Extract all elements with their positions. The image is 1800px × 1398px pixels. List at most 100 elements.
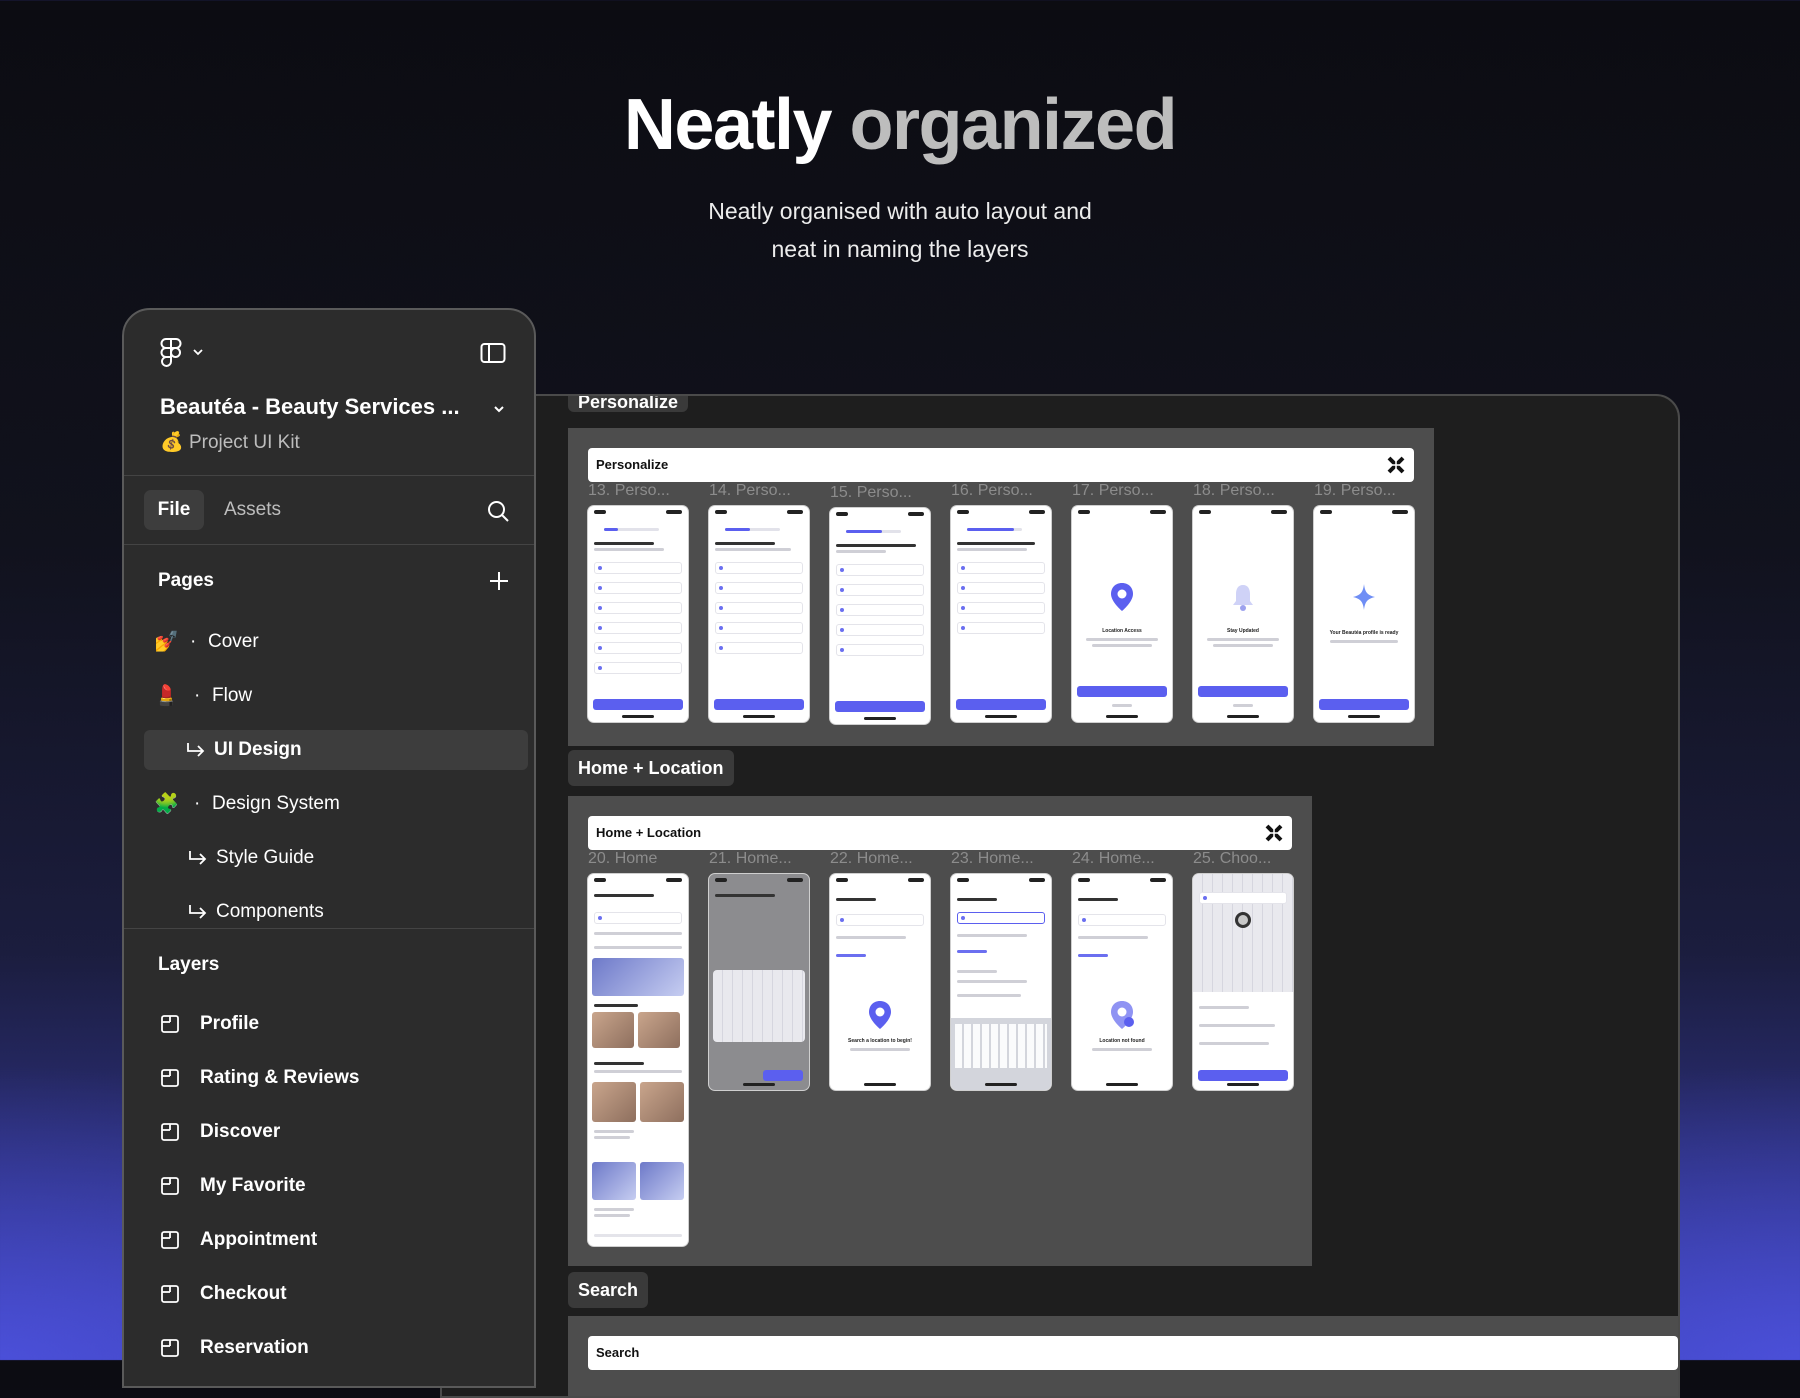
- screen-personalize-15[interactable]: [830, 508, 930, 724]
- add-page-icon[interactable]: [488, 570, 510, 592]
- hero-title: Neatly organized: [0, 84, 1800, 166]
- screen-label: 20. Home: [588, 850, 658, 867]
- page-label: Style Guide: [216, 847, 315, 868]
- screen-personalize-18[interactable]: Stay Updated: [1193, 506, 1293, 722]
- frame-icon: [161, 1123, 179, 1141]
- layer-label: Reservation: [200, 1337, 309, 1358]
- screen-personalize-16[interactable]: [951, 506, 1051, 722]
- search-icon[interactable]: [486, 499, 510, 523]
- frame-header-personalize: Personalize: [588, 448, 1414, 482]
- screen-text-location-access: Location Access: [1102, 628, 1142, 634]
- frame-header-title: Home + Location: [596, 825, 702, 840]
- chevron-down-icon[interactable]: [192, 346, 204, 358]
- screen-home-25[interactable]: [1193, 874, 1293, 1090]
- screen-label: 22. Home...: [830, 850, 913, 867]
- hero-subtitle-line-1: Neatly organised with auto layout and: [708, 198, 1092, 224]
- page-label: Design System: [212, 793, 340, 814]
- layer-label: Appointment: [200, 1229, 318, 1250]
- tab-file[interactable]: File: [144, 490, 204, 530]
- section-tag-personalize-top[interactable]: Personalize: [568, 394, 689, 412]
- screen-home-21[interactable]: [709, 874, 809, 1090]
- frame-icon: [161, 1231, 179, 1249]
- brand-x-icon: [1265, 824, 1283, 842]
- page-item-components[interactable]: Components: [124, 892, 534, 932]
- figma-logo-icon[interactable]: [160, 338, 182, 368]
- screen-text-stay-updated: Stay Updated: [1227, 628, 1259, 634]
- page-label: UI Design: [214, 739, 302, 760]
- screen-home-20[interactable]: [588, 874, 688, 1246]
- design-canvas[interactable]: Personalize Personalize 13. Perso... 14.…: [440, 394, 1680, 1398]
- screen-personalize-14[interactable]: [709, 506, 809, 722]
- section-tag-label: Personalize: [578, 394, 679, 412]
- screen-personalize-19[interactable]: Your Beautéa profile is ready: [1314, 506, 1414, 722]
- figma-sidebar: Beautéa - Beauty Services ... 💰 Project …: [122, 308, 536, 1388]
- screen-label: 25. Choo...: [1193, 850, 1272, 867]
- panel-toggle-icon[interactable]: [480, 342, 506, 364]
- divider: [124, 544, 534, 545]
- layers-heading: Layers: [158, 954, 220, 975]
- frame-header-title: Personalize: [596, 457, 669, 472]
- chevron-down-icon[interactable]: [492, 402, 506, 416]
- subpage-arrow-icon: [189, 905, 207, 919]
- layer-item-discover[interactable]: Discover: [124, 1112, 534, 1152]
- layer-item-profile[interactable]: Profile: [124, 1004, 534, 1044]
- section-home-location[interactable]: Home + Location 20. Home 21. Home... 22.: [568, 796, 1312, 1266]
- page-dot: ·: [194, 793, 201, 814]
- screen-label: 21. Home...: [709, 850, 792, 867]
- layer-label: Profile: [200, 1013, 260, 1034]
- page-item-cover[interactable]: 💅 · Cover: [124, 622, 534, 662]
- frame-icon: [161, 1177, 179, 1195]
- layer-item-reservation[interactable]: Reservation: [124, 1328, 534, 1368]
- puzzle-piece-icon: 🧩: [154, 793, 179, 815]
- page-label: Cover: [208, 631, 259, 652]
- lipstick-icon: 💄: [154, 685, 179, 707]
- page-item-design-system[interactable]: 🧩 · Design System: [124, 784, 534, 824]
- subpage-arrow-icon: [187, 743, 205, 757]
- screen-personalize-13[interactable]: [588, 506, 688, 722]
- layer-label: Rating & Reviews: [200, 1067, 360, 1088]
- hero-title-word-2: organized: [849, 85, 1178, 165]
- screen-label: 19. Perso...: [1314, 482, 1396, 499]
- frame-header-search: Search: [588, 1336, 1678, 1370]
- hero-subtitle: Neatly organised with auto layout and nea…: [650, 192, 1150, 268]
- frame-header-home-location: Home + Location: [588, 816, 1292, 850]
- section-tag-label: Home + Location: [578, 758, 724, 778]
- page-item-flow[interactable]: 💄 · Flow: [124, 676, 534, 716]
- screen-home-23[interactable]: [951, 874, 1051, 1090]
- page-label: Components: [216, 901, 324, 922]
- screen-text-search-location: Search a location to begin!: [848, 1038, 912, 1044]
- tab-assets[interactable]: Assets: [224, 490, 281, 530]
- screen-home-24[interactable]: Location not found: [1072, 874, 1172, 1090]
- section-search[interactable]: Search: [568, 1316, 1678, 1396]
- project-subtitle-label: Project UI Kit: [188, 432, 300, 453]
- frame-icon: [161, 1015, 179, 1033]
- layer-label: Discover: [200, 1121, 281, 1142]
- layer-item-rating-reviews[interactable]: Rating & Reviews: [124, 1058, 534, 1098]
- layer-item-my-favorite[interactable]: My Favorite: [124, 1166, 534, 1206]
- layer-item-appointment[interactable]: Appointment: [124, 1220, 534, 1260]
- layer-label: Checkout: [200, 1283, 287, 1304]
- screen-text-location-not-found: Location not found: [1099, 1038, 1145, 1044]
- screen-label: 18. Perso...: [1193, 482, 1275, 499]
- divider: [124, 928, 534, 929]
- notification-bell-icon: [1233, 585, 1253, 611]
- page-item-style-guide[interactable]: Style Guide: [124, 838, 534, 878]
- frame-header-title: Search: [596, 1345, 640, 1360]
- frame-icon: [161, 1069, 179, 1087]
- screen-personalize-17[interactable]: Location Access: [1072, 506, 1172, 722]
- hero-subtitle-line-2: neat in naming the layers: [771, 236, 1029, 262]
- screen-home-22[interactable]: Search a location to begin!: [830, 874, 930, 1090]
- location-pin-icon: [869, 1001, 891, 1029]
- screen-label: 14. Perso...: [709, 482, 791, 499]
- section-tag-search[interactable]: Search: [568, 1272, 649, 1308]
- project-title[interactable]: Beautéa - Beauty Services ...: [160, 394, 460, 420]
- frame-icon: [161, 1285, 179, 1303]
- project-subtitle: 💰 Project UI Kit: [160, 430, 300, 454]
- layer-item-checkout[interactable]: Checkout: [124, 1274, 534, 1314]
- section-personalize[interactable]: Personalize 13. Perso... 14. Perso... 15…: [568, 428, 1434, 746]
- page-item-ui-design[interactable]: UI Design: [144, 730, 528, 770]
- money-bag-icon: 💰: [160, 432, 184, 453]
- sparkle-icon: [1353, 584, 1375, 610]
- section-tag-home-location[interactable]: Home + Location: [568, 750, 734, 786]
- screen-label: 13. Perso...: [588, 482, 670, 499]
